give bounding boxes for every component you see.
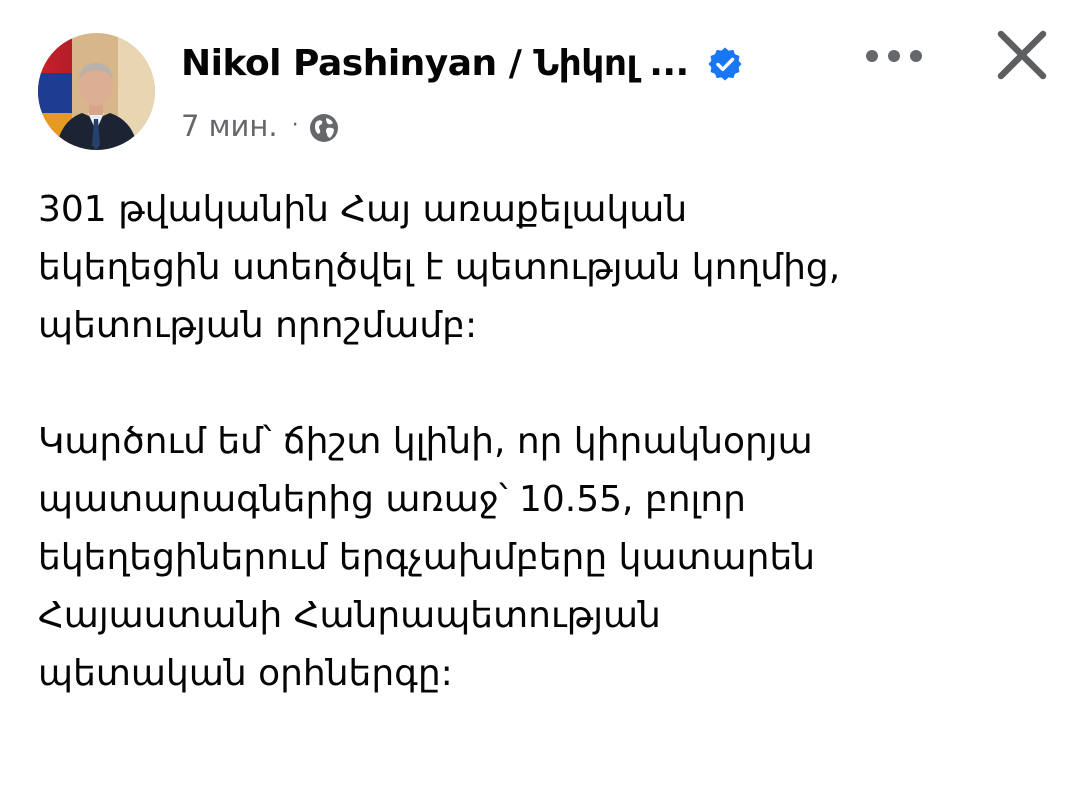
meta-separator: · bbox=[291, 113, 299, 138]
facebook-post: Nikol Pashinyan / Նիկոլ ... 7 мин. · 301… bbox=[0, 0, 1080, 796]
close-icon bbox=[997, 30, 1047, 80]
author-name[interactable]: Nikol Pashinyan / Նիկոլ ... bbox=[181, 38, 689, 90]
post-text: 301 թվականին Հայ առաքելական եկեղեցին ստե… bbox=[38, 181, 1048, 703]
post-paragraph: Կարծում եմ՝ ճիշտ կլինի, որ կիրակնօրյա պա… bbox=[38, 421, 816, 694]
close-button[interactable] bbox=[990, 26, 1054, 84]
globe-icon[interactable] bbox=[309, 111, 339, 142]
author-avatar[interactable] bbox=[38, 33, 155, 150]
post-paragraph: 301 թվականին Հայ առաքելական եկեղեցին ստե… bbox=[38, 189, 841, 346]
post-meta: 7 мин. · bbox=[181, 104, 339, 148]
more-options-icon bbox=[866, 50, 922, 62]
more-options-button[interactable] bbox=[856, 38, 932, 74]
post-author: Nikol Pashinyan / Նիկոլ ... bbox=[181, 38, 743, 90]
verified-badge-icon bbox=[707, 46, 743, 82]
post-timestamp[interactable]: 7 мин. bbox=[181, 104, 278, 148]
